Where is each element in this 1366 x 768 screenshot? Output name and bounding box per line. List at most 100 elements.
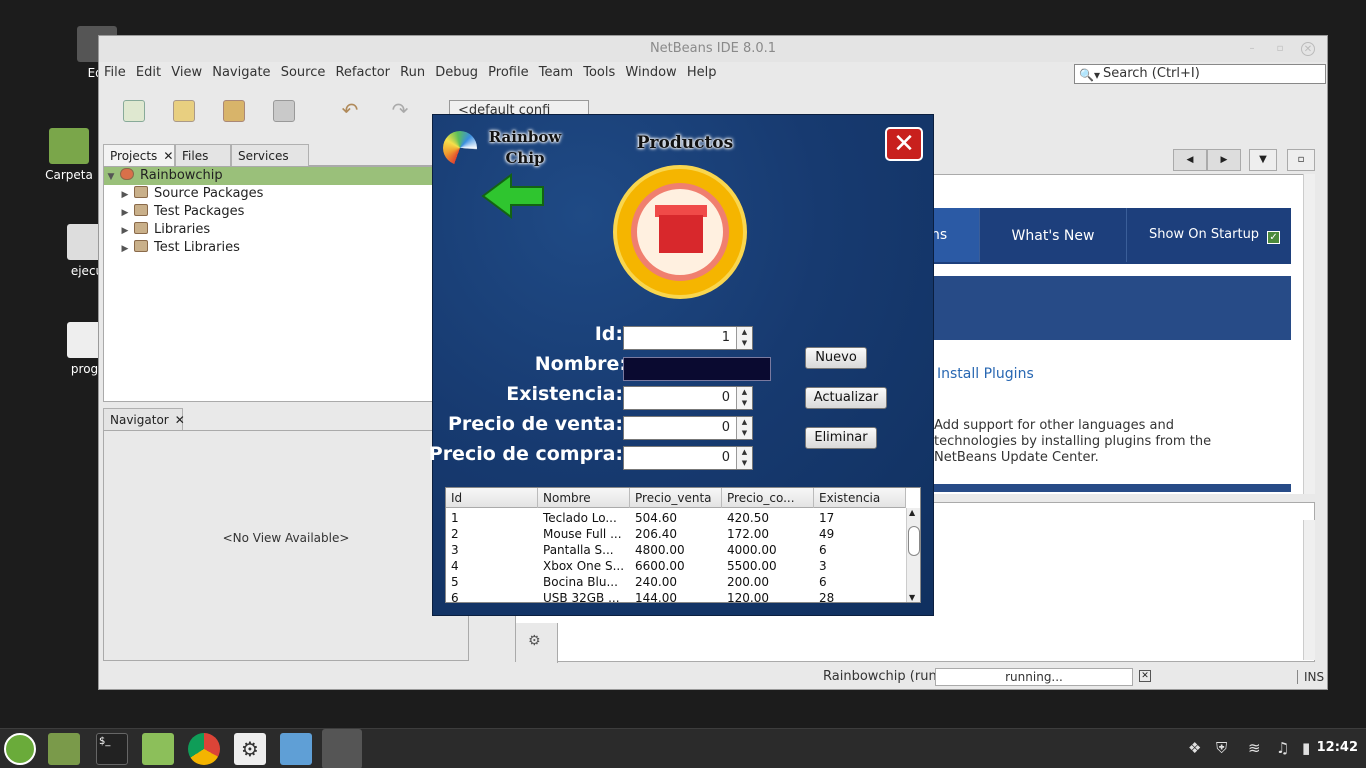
column-header-precio-venta[interactable]: Precio_venta [630,488,722,508]
settings-icon[interactable]: ⚙ [528,633,541,649]
tab-list-icon[interactable]: ▼ [1249,149,1277,171]
menu-view[interactable]: View [170,62,203,84]
tree-node-test-packages[interactable]: ▶ Test Packages [118,203,244,221]
expand-icon[interactable]: ▶ [118,222,132,240]
menu-help[interactable]: Help [686,62,718,84]
open-project-icon[interactable] [223,100,245,122]
chevron-up-icon[interactable]: ▲ [737,447,752,458]
expand-icon[interactable]: ▼ [104,168,118,186]
chrome-icon[interactable] [188,733,220,765]
show-on-startup-toggle[interactable]: Show On Startup ✓ [1131,208,1291,262]
start-tab-partial[interactable]: ns [931,208,979,262]
close-window-icon[interactable]: ✕ [1301,42,1315,56]
dialog-close-button[interactable]: ✕ [885,127,923,161]
undo-icon[interactable]: ↶ [339,100,361,122]
expand-icon[interactable]: ▶ [118,204,132,222]
chevron-up-icon[interactable]: ▲ [737,417,752,428]
table-row[interactable]: 3 Pantalla S... 4800.00 4000.00 6 [446,542,906,558]
tab-services[interactable]: Services [231,144,309,166]
virtualbox-icon[interactable] [280,733,312,765]
menu-refactor[interactable]: Refactor [334,62,391,84]
menu-team[interactable]: Team [538,62,574,84]
shield-icon[interactable]: ⛨ [1216,739,1227,757]
chevron-up-icon[interactable]: ▲ [737,387,752,398]
new-project-icon[interactable] [173,100,195,122]
column-header-precio-compra[interactable]: Precio_co... [722,488,814,508]
menu-window[interactable]: Window [624,62,677,84]
menu-file[interactable]: File [103,62,127,84]
expand-icon[interactable]: ▶ [118,186,132,204]
precio-compra-spinner[interactable]: 0 ▲ ▼ [623,446,753,470]
spinner-arrows[interactable]: ▲ ▼ [736,387,752,409]
tree-node-test-libraries[interactable]: ▶ Test Libraries [118,239,240,257]
start-page-scrollbar[interactable] [1303,174,1315,494]
files-icon[interactable] [142,733,174,765]
back-arrow-icon[interactable] [481,173,545,219]
menu-navigate[interactable]: Navigate [211,62,271,84]
new-file-icon[interactable] [123,100,145,122]
expand-icon[interactable]: ▶ [118,240,132,258]
menu-profile[interactable]: Profile [487,62,529,84]
clock[interactable]: 12:42 [1317,740,1358,755]
minimize-icon[interactable]: – [1245,42,1259,56]
tree-node-root[interactable]: ▼ Rainbowchip [104,167,436,185]
table-row[interactable]: 6 USB 32GB ... 144.00 120.00 28 [446,590,906,602]
menu-tools[interactable]: Tools [582,62,616,84]
scroll-tabs-left-icon[interactable]: ◀ [1173,149,1207,171]
maximize-icon[interactable]: ▫ [1273,42,1287,56]
table-row[interactable]: 5 Bocina Blu... 240.00 200.00 6 [446,574,906,590]
table-row[interactable]: 2 Mouse Full ... 206.40 172.00 49 [446,526,906,542]
dropbox-icon[interactable]: ❖ [1188,739,1201,757]
chevron-down-icon[interactable]: ▼ [737,458,752,469]
actualizar-button[interactable]: Actualizar [805,387,887,409]
tree-node-source-packages[interactable]: ▶ Source Packages [118,185,263,203]
eliminar-button[interactable]: Eliminar [805,427,877,449]
spinner-arrows[interactable]: ▲ ▼ [736,447,752,469]
chevron-up-icon[interactable]: ▲ [737,327,752,338]
menu-debug[interactable]: Debug [434,62,479,84]
close-icon[interactable]: ✕ [175,413,185,427]
tab-navigator[interactable]: Navigator ✕ [103,408,185,430]
id-spinner[interactable]: 1 ▲ ▼ [623,326,753,350]
spinner-arrows[interactable]: ▲ ▼ [736,327,752,349]
existencia-spinner[interactable]: 0 ▲ ▼ [623,386,753,410]
mint-menu-icon[interactable] [4,733,36,765]
tab-whats-new[interactable]: What's New [979,208,1127,262]
menu-edit[interactable]: Edit [135,62,162,84]
chevron-down-icon[interactable]: ▼ [737,398,752,409]
install-plugins-link[interactable]: Install Plugins [937,366,1034,382]
precio-venta-spinner[interactable]: 0 ▲ ▼ [623,416,753,440]
tab-projects[interactable]: Projects ✕ [103,144,175,166]
menu-source[interactable]: Source [280,62,327,84]
nuevo-button[interactable]: Nuevo [805,347,867,369]
battery-icon[interactable]: ▮ [1302,739,1310,757]
nombre-input[interactable] [623,357,771,381]
chevron-down-icon[interactable]: ▼ [737,338,752,349]
column-header-id[interactable]: Id [446,488,538,508]
close-icon[interactable]: ✕ [163,149,173,163]
spinner-arrows[interactable]: ▲ ▼ [736,417,752,439]
scroll-thumb[interactable] [908,526,920,556]
table-row[interactable]: 1 Teclado Lo... 504.60 420.50 17 [446,510,906,526]
scroll-up-icon[interactable]: ▲ [909,508,915,517]
music-icon[interactable]: ♫ [1276,739,1289,757]
column-header-existencia[interactable]: Existencia [814,488,906,508]
save-all-icon[interactable] [273,100,295,122]
scroll-down-icon[interactable]: ▼ [909,593,915,602]
search-input[interactable]: 🔍▾ Search (Ctrl+I) [1074,64,1326,84]
terminal-icon[interactable]: $_ [96,733,128,765]
redo-icon[interactable]: ↷ [389,100,411,122]
scroll-tabs-right-icon[interactable]: ▶ [1207,149,1241,171]
tab-files[interactable]: Files [175,144,231,166]
maximize-editor-icon[interactable]: ▫ [1287,149,1315,171]
wifi-icon[interactable]: ≋ [1248,739,1261,757]
output-scrollbar[interactable] [1303,520,1315,660]
tree-node-libraries[interactable]: ▶ Libraries [118,221,210,239]
show-desktop-icon[interactable] [48,733,80,765]
column-header-nombre[interactable]: Nombre [538,488,630,508]
menu-run[interactable]: Run [399,62,426,84]
table-row[interactable]: 4 Xbox One S... 6600.00 5500.00 3 [446,558,906,574]
chevron-down-icon[interactable]: ▼ [737,428,752,439]
checkbox-checked-icon[interactable]: ✓ [1267,231,1281,244]
rainbowchip-app-icon[interactable] [322,729,362,768]
